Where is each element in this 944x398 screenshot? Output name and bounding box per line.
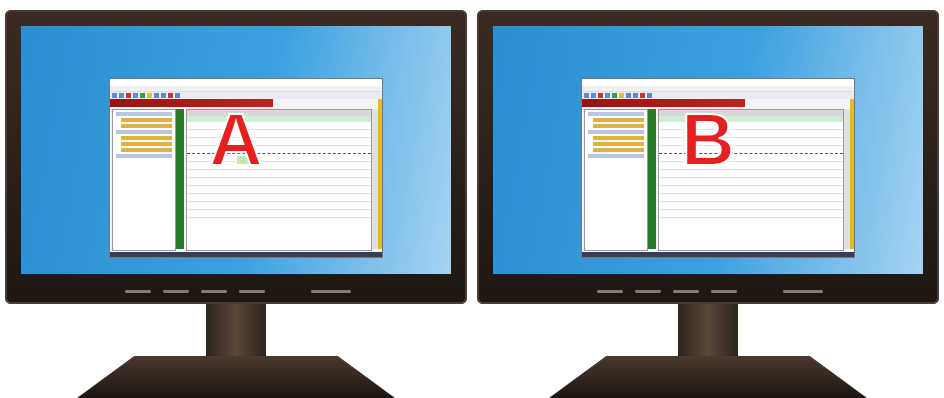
- monitor-screen: B: [493, 26, 923, 274]
- bezel-buttons: [125, 290, 351, 293]
- window-titlebar: [110, 79, 382, 86]
- label-letter-a: A: [208, 98, 263, 182]
- monitor-stand: [549, 356, 867, 398]
- bezel-button: [635, 290, 661, 293]
- monitor-stand: [77, 356, 395, 398]
- bezel-button: [597, 290, 623, 293]
- green-side-strip: [648, 109, 656, 249]
- status-bar: [582, 252, 854, 257]
- bezel-button: [711, 290, 737, 293]
- tree-panel: [584, 109, 648, 251]
- power-button: [783, 290, 823, 293]
- bezel-button: [239, 290, 265, 293]
- window-titlebar: [582, 79, 854, 86]
- bezel-button: [125, 290, 151, 293]
- green-side-strip: [176, 109, 184, 249]
- bezel-buttons: [597, 290, 823, 293]
- monitor-screen: A: [21, 26, 451, 274]
- monitor-left: A: [5, 10, 467, 398]
- monitor-neck: [206, 304, 266, 358]
- monitor-bezel: A: [5, 10, 467, 304]
- yellow-side-strip: [378, 99, 382, 249]
- power-button: [311, 290, 351, 293]
- tree-panel: [112, 109, 176, 251]
- monitor-bezel: B: [477, 10, 939, 304]
- bezel-button: [201, 290, 227, 293]
- monitor-right: B: [477, 10, 939, 398]
- yellow-side-strip: [850, 99, 854, 249]
- monitor-neck: [678, 304, 738, 358]
- label-letter-b: B: [680, 98, 735, 182]
- status-bar: [110, 252, 382, 257]
- bezel-button: [673, 290, 699, 293]
- bezel-button: [163, 290, 189, 293]
